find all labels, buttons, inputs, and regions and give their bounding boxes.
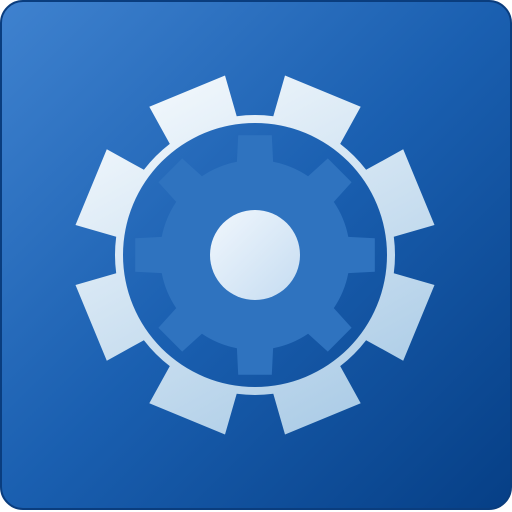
app-icon-canvas bbox=[0, 0, 512, 512]
settings-app-icon[interactable] bbox=[0, 0, 512, 512]
gear-hub-circle bbox=[210, 210, 300, 300]
